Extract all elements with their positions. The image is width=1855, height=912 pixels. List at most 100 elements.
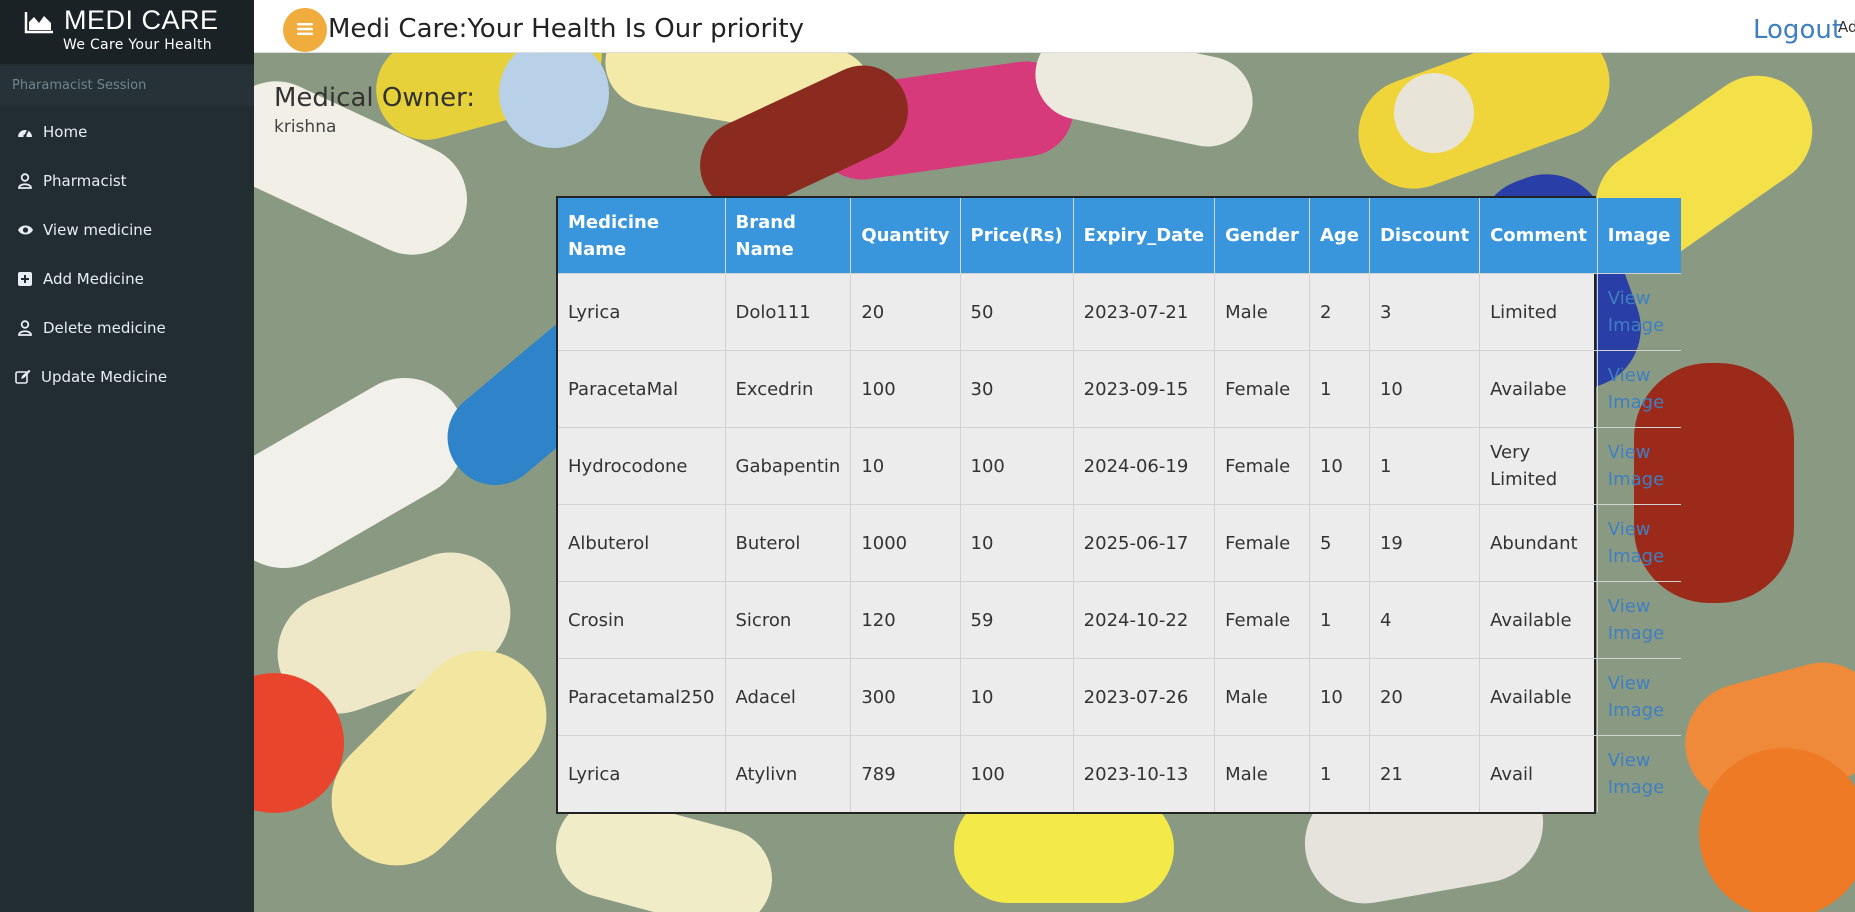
logout-link[interactable]: Logout	[1753, 15, 1842, 45]
column-header[interactable]: Age	[1309, 198, 1370, 274]
view-image-link[interactable]: View Image	[1608, 288, 1664, 336]
table-cell: Abundant	[1479, 504, 1598, 582]
user-icon	[16, 172, 34, 189]
user-icon	[16, 319, 34, 336]
table-cell: Female	[1214, 504, 1310, 582]
table-cell: Excedrin	[725, 350, 852, 428]
table-cell: Avail	[1479, 735, 1598, 812]
table-cell: 789	[850, 735, 961, 812]
sidebar-item-label: Add Medicine	[43, 269, 144, 288]
table-row: ParacetaMal Excedrin 100 30 2023-09-15 Female…	[558, 350, 1681, 428]
table-cell: 120	[850, 581, 961, 659]
table-cell: Atylivn	[725, 735, 852, 812]
table-cell: 19	[1369, 504, 1481, 582]
column-header[interactable]: Image	[1597, 198, 1681, 274]
view-image-link[interactable]: View Image	[1608, 596, 1664, 644]
table-cell: 2025-06-17	[1073, 504, 1216, 582]
dashboard-icon	[16, 124, 34, 140]
table-cell: Paracetamal250	[558, 658, 726, 736]
table-cell: Male	[1214, 735, 1310, 812]
table-cell: View Image	[1597, 273, 1681, 351]
sidebar-item-label: View medicine	[43, 220, 153, 239]
table-cell: View Image	[1597, 658, 1681, 736]
owner-name: krishna	[274, 117, 337, 137]
table-cell: Female	[1214, 350, 1310, 428]
sidebar: MEDI CARE We Care Your Health Pharamacis…	[0, 0, 254, 912]
column-header[interactable]: Discount	[1369, 198, 1481, 274]
column-header[interactable]: Comment	[1479, 198, 1598, 274]
table-cell: Limited	[1479, 273, 1598, 351]
table-cell: Dolo111	[725, 273, 852, 351]
sidebar-item-update-medicine[interactable]: Update Medicine	[0, 352, 254, 401]
table-cell: 2023-07-26	[1073, 658, 1216, 736]
medicine-table-container: Medicine Name Brand Name Quantity Price(…	[556, 196, 1681, 814]
table-cell: Available	[1479, 581, 1598, 659]
table-cell: 2024-06-19	[1073, 427, 1216, 505]
table-cell: 21	[1369, 735, 1481, 812]
column-header[interactable]: Gender	[1214, 198, 1310, 274]
table-cell: 2024-10-22	[1073, 581, 1216, 659]
table-row: Albuterol Buterol 1000 10 2025-06-17 Female 5 1…	[558, 504, 1681, 582]
table-cell: 30	[960, 350, 1074, 428]
table-row: Hydrocodone Gabapentin 10 100 2024-06-19 Fema…	[558, 427, 1681, 505]
table-cell: Gabapentin	[725, 427, 852, 505]
sidebar-item-add-medicine[interactable]: Add Medicine	[0, 254, 254, 303]
owner-title: Medical Owner:	[274, 83, 476, 113]
table-cell: 10	[850, 427, 961, 505]
brand[interactable]: MEDI CARE We Care Your Health	[0, 0, 254, 64]
column-header[interactable]: Expiry_Date	[1073, 198, 1216, 274]
table-cell: 2023-10-13	[1073, 735, 1216, 812]
view-image-link[interactable]: View Image	[1608, 442, 1664, 490]
area-chart-icon	[24, 10, 54, 34]
table-cell: View Image	[1597, 350, 1681, 428]
table-cell: 10	[960, 504, 1074, 582]
table-cell: 3	[1369, 273, 1481, 351]
plus-square-icon	[16, 271, 34, 287]
medicine-table: Medicine Name Brand Name Quantity Price(…	[558, 198, 1681, 812]
column-header[interactable]: Brand Name	[725, 198, 852, 274]
table-cell: 100	[850, 350, 961, 428]
view-image-link[interactable]: View Image	[1608, 750, 1664, 798]
table-row: Paracetamal250 Adacel 300 10 2023-07-26 Male 1…	[558, 658, 1681, 736]
table-row: Lyrica Dolo111 20 50 2023-07-21 Male 2 3 Limited…	[558, 273, 1681, 351]
table-cell: 1	[1309, 581, 1370, 659]
table-cell: 1	[1369, 427, 1481, 505]
table-cell: Hydrocodone	[558, 427, 726, 505]
table-cell: Female	[1214, 581, 1310, 659]
column-header[interactable]: Price(Rs)	[960, 198, 1074, 274]
view-image-link[interactable]: View Image	[1608, 673, 1664, 721]
table-header-row: Medicine Name Brand Name Quantity Price(…	[558, 198, 1681, 274]
table-cell: Lyrica	[558, 735, 726, 812]
table-cell: 10	[1369, 350, 1481, 428]
table-cell: 2023-07-21	[1073, 273, 1216, 351]
column-header[interactable]: Quantity	[850, 198, 961, 274]
table-cell: 10	[1309, 427, 1370, 505]
session-label: Pharamacist Session	[0, 66, 254, 106]
table-cell: Buterol	[725, 504, 852, 582]
table-cell: Crosin	[558, 581, 726, 659]
view-image-link[interactable]: View Image	[1608, 519, 1664, 567]
table-cell: View Image	[1597, 735, 1681, 812]
table-cell: 100	[960, 735, 1074, 812]
sidebar-item-label: Update Medicine	[41, 367, 168, 386]
table-row: Crosin Sicron 120 59 2024-10-22 Female 1 4 Avail…	[558, 581, 1681, 659]
menu-toggle-button[interactable]	[283, 8, 327, 52]
app-tagline: We Care Your Health	[63, 37, 212, 53]
sidebar-item-view-medicine[interactable]: View medicine	[0, 205, 254, 254]
sidebar-nav: Home Pharmacist View medicine Add Medici…	[0, 107, 254, 401]
app-name: MEDI CARE	[64, 5, 219, 35]
sidebar-item-home[interactable]: Home	[0, 107, 254, 156]
eye-icon	[16, 222, 34, 238]
sidebar-item-delete-medicine[interactable]: Delete medicine	[0, 303, 254, 352]
table-cell: Availabe	[1479, 350, 1598, 428]
edit-icon	[14, 369, 32, 385]
sidebar-item-pharmacist[interactable]: Pharmacist	[0, 156, 254, 205]
view-image-link[interactable]: View Image	[1608, 365, 1664, 413]
table-cell: View Image	[1597, 427, 1681, 505]
hamburger-icon	[297, 21, 313, 40]
table-cell: Female	[1214, 427, 1310, 505]
table-cell: 10	[1309, 658, 1370, 736]
column-header[interactable]: Medicine Name	[558, 198, 726, 274]
table-cell: Albuterol	[558, 504, 726, 582]
table-cell: Male	[1214, 273, 1310, 351]
